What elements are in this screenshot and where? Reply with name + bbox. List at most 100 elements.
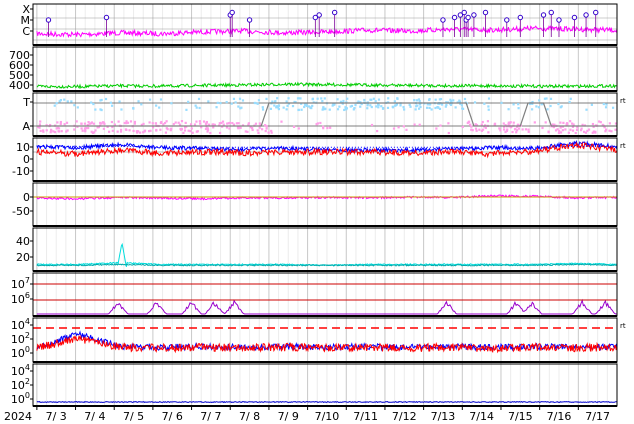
xray-class-ytick: C	[22, 25, 30, 38]
sector-point	[574, 131, 577, 135]
sector-point	[605, 103, 608, 106]
x-axis-tick-label: 7/ 6	[162, 410, 183, 423]
x-axis-tick-label: 7/17	[585, 410, 610, 423]
sector-point	[55, 102, 58, 105]
proton-flux-ytick: 20	[16, 251, 30, 264]
sector-point	[183, 129, 187, 132]
sector-point	[533, 121, 536, 124]
sector-point	[155, 129, 158, 132]
sector-point	[608, 122, 611, 125]
neutron-frame	[32, 363, 618, 407]
sector-point	[285, 108, 288, 111]
sector-point	[413, 123, 416, 126]
sector-point	[45, 129, 48, 132]
sector-point	[498, 127, 501, 130]
sector-point	[129, 120, 133, 123]
flare-marker	[440, 17, 446, 23]
x-axis-tick-label: 7/ 8	[239, 410, 260, 423]
flare-marker	[471, 12, 477, 18]
flare-marker	[482, 9, 489, 16]
sector-point	[594, 130, 597, 133]
sector-point	[504, 130, 507, 134]
sector-point	[434, 106, 437, 110]
sector-point	[251, 128, 254, 132]
dst-ytick: 0	[23, 191, 30, 204]
xray-flux-right-label: rt	[620, 322, 626, 330]
sector-point	[587, 128, 591, 131]
sector-point	[377, 98, 381, 101]
sector-point	[265, 127, 268, 130]
sector-point	[428, 103, 431, 106]
sector-point	[392, 127, 396, 130]
sector-point	[251, 126, 254, 130]
sector-point	[608, 129, 611, 132]
sector-point	[90, 101, 93, 104]
sector-point	[292, 125, 296, 128]
sector-point	[374, 100, 377, 103]
sector-point	[493, 123, 496, 126]
sector-point	[502, 122, 505, 125]
sector-point	[119, 128, 123, 131]
sector-point	[102, 127, 105, 130]
sector-point	[177, 121, 180, 124]
sector-point	[569, 128, 572, 131]
sector-point	[216, 101, 219, 104]
sector-point	[215, 106, 218, 109]
sector-point	[184, 121, 187, 124]
sector-point	[499, 129, 502, 132]
sector-point	[191, 131, 194, 134]
sector-point	[321, 99, 324, 103]
sector-point	[277, 108, 280, 111]
sector-point	[70, 100, 73, 103]
sector-point	[110, 120, 114, 124]
sector-point	[564, 128, 567, 131]
sector-point	[584, 131, 587, 134]
sector-point	[237, 105, 240, 108]
sector-point	[414, 108, 417, 111]
sector-point	[566, 123, 569, 126]
sector-point	[128, 129, 131, 132]
x-axis-tick-label: 7/ 7	[200, 410, 221, 423]
sector-point	[394, 104, 398, 107]
sector-point	[239, 126, 242, 129]
sector-point	[517, 103, 520, 106]
sector-point	[430, 108, 433, 111]
sector-point	[165, 127, 168, 130]
sector-point	[535, 105, 538, 108]
x-axis-tick-label: 7/13	[431, 410, 456, 423]
sector-point	[396, 97, 399, 100]
flare-marker	[103, 14, 110, 21]
sector-point	[222, 123, 225, 126]
sector-point	[209, 131, 212, 135]
sector-point	[199, 122, 202, 125]
x-axis-tick-label: 7/10	[315, 410, 340, 423]
sector-point	[561, 129, 564, 132]
sector-point	[349, 105, 352, 108]
electron-flux-ytick: 106	[11, 291, 30, 306]
sector-point	[49, 128, 53, 131]
electron-flux-ytick: 107	[11, 276, 30, 291]
sector-point	[63, 123, 66, 126]
sector-point	[228, 121, 231, 125]
sector-point	[598, 120, 601, 123]
flare-marker	[548, 9, 554, 16]
sector-point	[73, 104, 76, 107]
sector-point	[104, 97, 108, 101]
sector-point	[228, 127, 231, 130]
sector-point	[59, 120, 62, 124]
sector-point	[484, 126, 487, 130]
flare-marker	[461, 9, 467, 16]
sector-point	[111, 129, 114, 132]
sector-point	[562, 121, 565, 124]
solar-wind-speed-ytick: 400	[9, 79, 30, 92]
sector-point	[84, 129, 87, 132]
sector-point	[559, 121, 562, 124]
sector-point	[276, 97, 279, 100]
sector-point	[336, 108, 340, 111]
sector-point	[425, 106, 429, 109]
sector-point	[80, 122, 83, 125]
sector-point	[151, 122, 154, 125]
sector-point	[487, 131, 490, 134]
flare-marker	[316, 12, 322, 18]
flare-marker	[465, 14, 471, 21]
